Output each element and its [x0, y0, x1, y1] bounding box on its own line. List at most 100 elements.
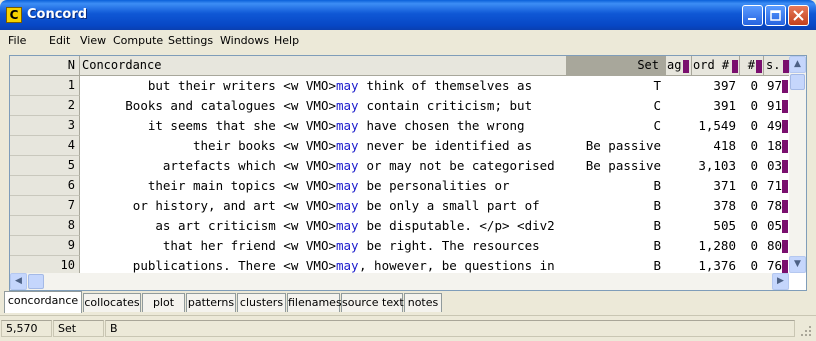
menu-edit[interactable]: Edit: [49, 34, 70, 47]
s-cell: 03: [766, 158, 782, 173]
tab-filenames[interactable]: filenames: [287, 293, 342, 312]
scroll-left-button[interactable]: ◀: [10, 273, 27, 290]
s-cell: 97: [766, 78, 782, 93]
vertical-scroll-thumb[interactable]: [790, 74, 805, 90]
concordance-keyword: may: [336, 238, 359, 253]
minimize-button[interactable]: [742, 5, 763, 26]
tab-concordance[interactable]: concordance: [4, 291, 82, 313]
scroll-down-button[interactable]: ▼: [789, 256, 806, 273]
concordance-right-context: be only a small part of: [359, 198, 540, 213]
arrow-up-icon: ▲: [794, 59, 801, 69]
column-header-n[interactable]: N: [10, 56, 80, 76]
concordance-keyword: may: [336, 78, 359, 93]
maximize-button[interactable]: [765, 5, 786, 26]
set-cell[interactable]: C: [567, 116, 661, 136]
word-number-cell: 371: [713, 178, 736, 193]
word-number-cell: 1,549: [698, 118, 736, 133]
row-number[interactable]: 7: [10, 196, 80, 216]
concordance-left-context: that her friend <w VMO>: [162, 238, 336, 253]
scroll-right-button[interactable]: ▶: [772, 273, 789, 290]
word-number-cell: 378: [713, 198, 736, 213]
s-cell: 18: [766, 138, 782, 153]
arrow-right-icon: ▶: [777, 276, 784, 286]
row-number[interactable]: 8: [10, 216, 80, 236]
set-cell[interactable]: Be passive: [567, 156, 661, 176]
tab-source-text[interactable]: source text: [341, 293, 404, 312]
tab-patterns[interactable]: patterns: [186, 293, 236, 312]
set-cell[interactable]: B: [567, 176, 661, 196]
row-number[interactable]: 6: [10, 176, 80, 196]
row-marker: [782, 120, 788, 133]
tab-collocates[interactable]: collocates: [83, 293, 141, 312]
column-header-num-label: #: [747, 58, 755, 72]
column-header-concordance[interactable]: Concordance: [80, 56, 567, 76]
menu-file[interactable]: File: [8, 34, 26, 47]
status-count: 5,570: [1, 320, 52, 337]
row-number[interactable]: 4: [10, 136, 80, 156]
column-header-word[interactable]: ord #: [692, 56, 740, 76]
row-marker: [782, 240, 788, 253]
s-cell: 71: [766, 178, 782, 193]
row-number[interactable]: 2: [10, 96, 80, 116]
row-number[interactable]: 3: [10, 116, 80, 136]
row-marker: [782, 200, 788, 213]
row-marker: [782, 80, 788, 93]
row-marker: [782, 160, 788, 173]
horizontal-scrollbar[interactable]: ◀ ▶: [10, 273, 789, 290]
scroll-up-button[interactable]: ▲: [789, 56, 806, 73]
column-header-tag[interactable]: ag: [666, 56, 692, 76]
tab-clusters[interactable]: clusters: [237, 293, 286, 312]
menu-settings[interactable]: Settings: [168, 34, 213, 47]
column-marker: [683, 60, 689, 73]
arrow-left-icon: ◀: [15, 276, 22, 286]
menu-view[interactable]: View: [80, 34, 106, 47]
s-cell: 78: [766, 198, 782, 213]
row-number[interactable]: 9: [10, 236, 80, 256]
concordance-left-context: as art criticism <w VMO>: [155, 218, 336, 233]
window-title: Concord: [27, 7, 88, 22]
concordance-keyword: may: [336, 178, 359, 193]
row-number[interactable]: 1: [10, 76, 80, 96]
column-marker: [732, 60, 738, 73]
set-cell[interactable]: C: [567, 96, 661, 116]
concordance-grid[interactable]: N Concordance Set ag ord # # s. 1 but th…: [9, 55, 807, 291]
concordance-keyword: may: [336, 118, 359, 133]
column-header-set[interactable]: Set: [567, 56, 666, 76]
set-cell[interactable]: B: [567, 196, 661, 216]
num-cell: 0: [750, 198, 758, 213]
concordance-right-context: be personalities or: [359, 178, 510, 193]
s-cell: 80: [766, 238, 782, 253]
set-cell[interactable]: B: [567, 236, 661, 256]
set-cell[interactable]: B: [567, 216, 661, 236]
s-cell: 91: [766, 98, 782, 113]
menu-windows[interactable]: Windows: [220, 34, 269, 47]
row-marker: [782, 220, 788, 233]
column-header-num[interactable]: #: [740, 56, 764, 76]
concordance-left-context: their books <w VMO>: [193, 138, 336, 153]
resize-grip-icon[interactable]: [800, 325, 812, 337]
horizontal-scroll-thumb[interactable]: [28, 274, 44, 289]
set-cell[interactable]: T: [567, 76, 661, 96]
row-marker: [782, 180, 788, 193]
app-icon[interactable]: C: [6, 7, 22, 23]
close-button[interactable]: [788, 5, 809, 26]
concordance-keyword: may: [336, 138, 359, 153]
concordance-right-context: think of themselves as: [359, 78, 533, 93]
tab-notes[interactable]: notes: [404, 293, 442, 312]
row-number[interactable]: 5: [10, 156, 80, 176]
num-cell: 0: [750, 238, 758, 253]
tab-plot[interactable]: plot: [142, 293, 185, 312]
menu-help[interactable]: Help: [274, 34, 299, 47]
num-cell: 0: [750, 178, 758, 193]
row-marker: [782, 100, 788, 113]
menu-compute[interactable]: Compute: [113, 34, 163, 47]
word-number-cell: 397: [713, 78, 736, 93]
title-bar[interactable]: C Concord: [0, 0, 816, 30]
word-number-cell: 1,280: [698, 238, 736, 253]
maximize-icon: [770, 10, 781, 21]
set-cell[interactable]: Be passive: [567, 136, 661, 156]
vertical-scrollbar[interactable]: ▲ ▼: [789, 56, 806, 273]
column-marker: [756, 60, 762, 73]
concordance-right-context: be right. The resources: [359, 238, 540, 253]
column-header-word-label: ord #: [693, 58, 730, 72]
